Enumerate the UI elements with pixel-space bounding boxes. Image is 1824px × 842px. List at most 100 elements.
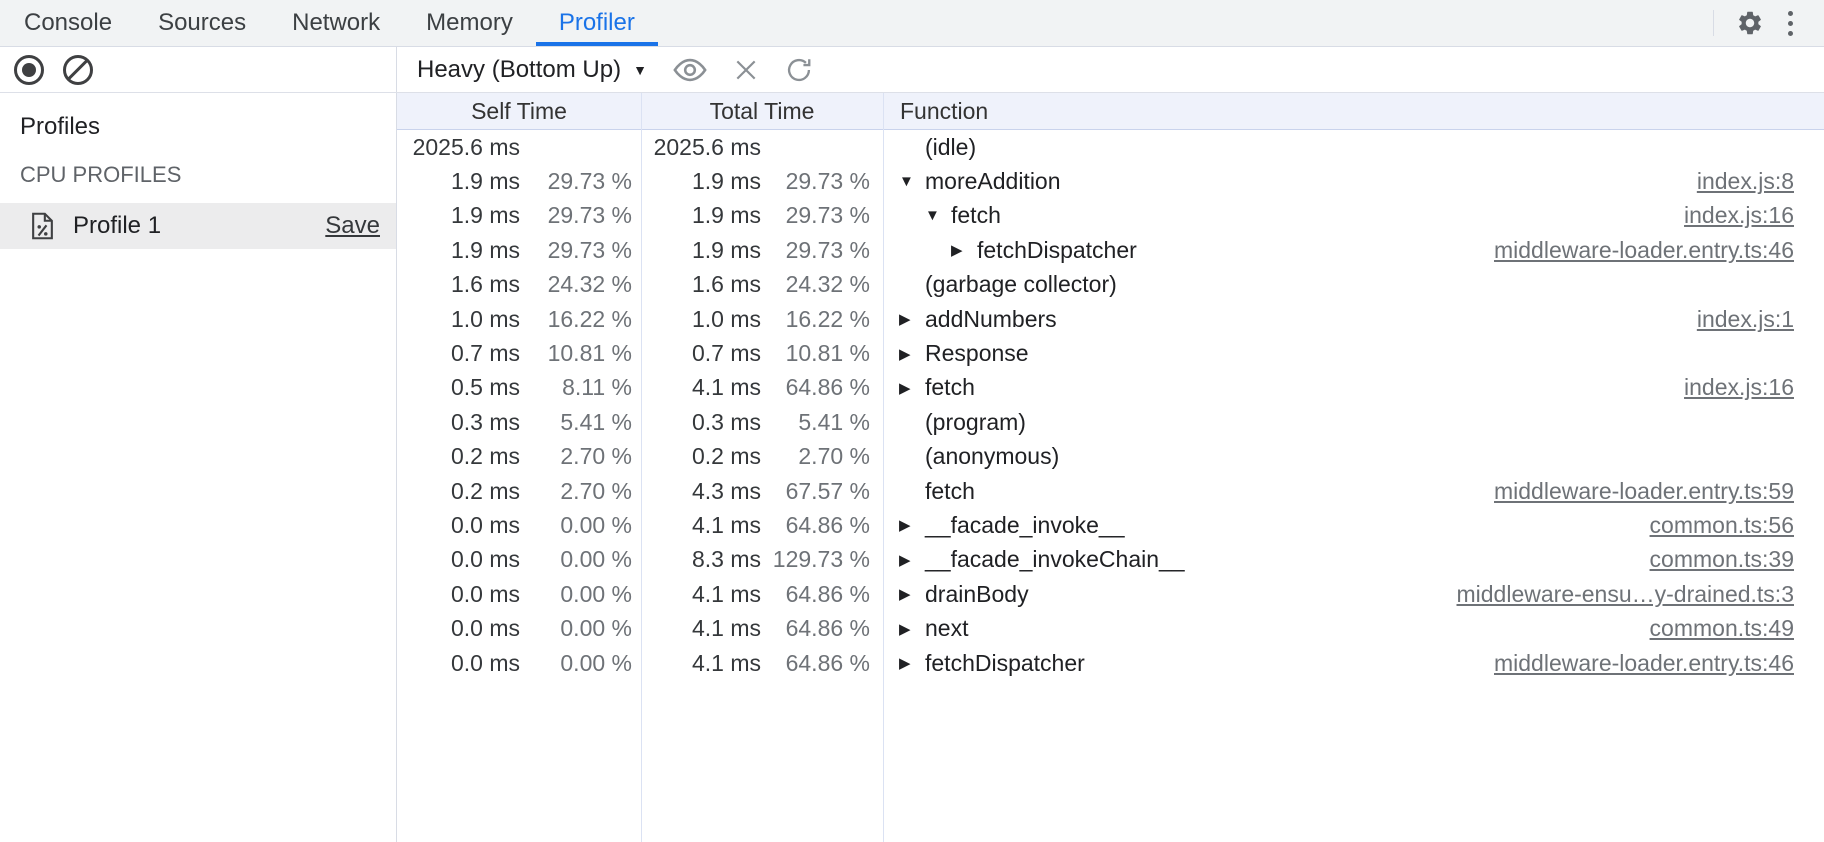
tab-memory[interactable]: Memory: [403, 0, 536, 46]
self-time-cell: 1.6 ms 24.32 %: [397, 268, 641, 302]
column-header-function[interactable]: Function: [883, 93, 1824, 129]
total-time-cell: 1.0 ms 16.22 %: [641, 302, 883, 336]
tree-toggle-icon[interactable]: ▶: [899, 310, 925, 328]
self-time-percent: 0.00 %: [520, 615, 632, 642]
tree-toggle-icon[interactable]: ▶: [899, 345, 925, 363]
table-row[interactable]: 0.0 ms 0.00 % 4.1 ms 64.86 % ▶ fetchDisp…: [397, 646, 1824, 680]
more-options-button[interactable]: [1770, 3, 1810, 43]
table-row[interactable]: 0.2 ms 2.70 % 4.3 ms 67.57 % fetch middl…: [397, 474, 1824, 508]
self-time-cell: 0.0 ms 0.00 %: [397, 543, 641, 577]
table-row[interactable]: 0.0 ms 0.00 % 4.1 ms 64.86 % ▶ __facade_…: [397, 508, 1824, 542]
function-cell: ▶ __facade_invokeChain__ common.ts:39: [883, 543, 1824, 577]
settings-button[interactable]: [1730, 3, 1770, 43]
tree-toggle-icon[interactable]: ▶: [899, 516, 925, 534]
total-time-percent: 64.86 %: [761, 650, 870, 677]
table-row[interactable]: 2025.6 ms 2025.6 ms (idle): [397, 130, 1824, 164]
self-time-percent: 2.70 %: [520, 478, 632, 505]
gear-icon: [1736, 9, 1764, 37]
tree-toggle-icon[interactable]: ▶: [951, 241, 977, 259]
source-link[interactable]: middleware-loader.entry.ts:59: [1494, 478, 1824, 505]
function-name: (anonymous): [925, 443, 1059, 470]
total-time-cell: 4.1 ms 64.86 %: [641, 577, 883, 611]
total-time-ms: 0.3 ms: [641, 409, 761, 436]
function-name: fetch: [925, 478, 975, 505]
profiler-toolbar: Heavy (Bottom Up) ▼: [0, 47, 1824, 93]
table-row[interactable]: 1.0 ms 16.22 % 1.0 ms 16.22 % ▶ addNumbe…: [397, 302, 1824, 336]
total-time-cell: 1.6 ms 24.32 %: [641, 268, 883, 302]
profiler-content: Profiles CPU PROFILES Profile 1 Save Sel…: [0, 93, 1824, 842]
focus-function-button[interactable]: [673, 57, 707, 83]
profile-list-item[interactable]: Profile 1 Save: [0, 203, 396, 249]
function-cell: (anonymous): [883, 440, 1824, 474]
self-time-ms: 0.0 ms: [400, 581, 520, 608]
function-cell: ▶ fetchDispatcher middleware-loader.entr…: [883, 646, 1824, 680]
source-link[interactable]: index.js:16: [1684, 374, 1824, 401]
exclude-function-button[interactable]: [733, 57, 759, 83]
total-time-cell: 1.9 ms 29.73 %: [641, 233, 883, 267]
table-row[interactable]: 1.9 ms 29.73 % 1.9 ms 29.73 % ▼ moreAddi…: [397, 164, 1824, 198]
total-time-ms: 4.3 ms: [641, 478, 761, 505]
table-row[interactable]: 1.9 ms 29.73 % 1.9 ms 29.73 % ▶ fetchDis…: [397, 233, 1824, 267]
source-link[interactable]: common.ts:49: [1650, 615, 1824, 642]
self-time-ms: 1.0 ms: [400, 306, 520, 333]
self-time-cell: 1.9 ms 29.73 %: [397, 199, 641, 233]
tree-toggle-icon[interactable]: ▶: [899, 654, 925, 672]
total-time-cell: 4.1 ms 64.86 %: [641, 371, 883, 405]
save-profile-link[interactable]: Save: [325, 212, 380, 240]
source-link[interactable]: common.ts:39: [1650, 546, 1824, 573]
table-row[interactable]: 0.0 ms 0.00 % 4.1 ms 64.86 % ▶ next comm…: [397, 611, 1824, 645]
column-header-total-time[interactable]: Total Time: [641, 93, 883, 129]
tree-toggle-icon[interactable]: ▼: [899, 173, 925, 190]
column-header-self-time[interactable]: Self Time: [397, 93, 641, 129]
total-time-ms: 0.7 ms: [641, 340, 761, 367]
source-link[interactable]: index.js:1: [1697, 306, 1824, 333]
tab-profiler[interactable]: Profiler: [536, 0, 658, 46]
function-cell: ▶ fetch index.js:16: [883, 371, 1824, 405]
tree-toggle-icon[interactable]: ▶: [899, 551, 925, 569]
table-row[interactable]: 0.0 ms 0.00 % 8.3 ms 129.73 % ▶ __facade…: [397, 543, 1824, 577]
total-time-percent: 29.73 %: [761, 168, 870, 195]
table-row[interactable]: 1.6 ms 24.32 % 1.6 ms 24.32 % (garbage c…: [397, 268, 1824, 302]
tab-sources[interactable]: Sources: [135, 0, 269, 46]
column-divider: [641, 93, 642, 842]
close-icon: [733, 57, 759, 83]
table-row[interactable]: 0.3 ms 5.41 % 0.3 ms 5.41 % (program): [397, 405, 1824, 439]
tree-toggle-icon[interactable]: ▶: [899, 585, 925, 603]
total-time-ms: 2025.6 ms: [641, 134, 761, 161]
self-time-percent: 29.73 %: [520, 168, 632, 195]
self-time-ms: 0.0 ms: [400, 512, 520, 539]
tree-toggle-icon[interactable]: ▶: [899, 379, 925, 397]
table-row[interactable]: 1.9 ms 29.73 % 1.9 ms 29.73 % ▼ fetch in…: [397, 199, 1824, 233]
table-row[interactable]: 0.7 ms 10.81 % 0.7 ms 10.81 % ▶ Response: [397, 336, 1824, 370]
refresh-icon: [785, 56, 813, 84]
tab-network[interactable]: Network: [269, 0, 403, 46]
record-profile-button[interactable]: [14, 55, 44, 85]
kebab-menu-icon: [1788, 11, 1793, 36]
source-link[interactable]: middleware-loader.entry.ts:46: [1494, 237, 1824, 264]
tree-toggle-icon[interactable]: ▶: [899, 620, 925, 638]
profiles-sidebar: Profiles CPU PROFILES Profile 1 Save: [0, 93, 397, 842]
tree-toggle-icon[interactable]: ▼: [925, 207, 951, 224]
source-link[interactable]: middleware-ensu…y-drained.ts:3: [1457, 581, 1824, 608]
table-row[interactable]: 0.2 ms 2.70 % 0.2 ms 2.70 % (anonymous): [397, 440, 1824, 474]
view-mode-dropdown[interactable]: Heavy (Bottom Up) ▼: [417, 56, 647, 84]
self-time-percent: 16.22 %: [520, 306, 632, 333]
function-name: fetchDispatcher: [977, 237, 1137, 264]
source-link[interactable]: index.js:8: [1697, 168, 1824, 195]
self-time-ms: 0.0 ms: [400, 650, 520, 677]
cpu-profiles-section-label: CPU PROFILES: [0, 141, 396, 188]
source-link[interactable]: common.ts:56: [1650, 512, 1824, 539]
table-row[interactable]: 0.5 ms 8.11 % 4.1 ms 64.86 % ▶ fetch ind…: [397, 371, 1824, 405]
self-time-cell: 0.5 ms 8.11 %: [397, 371, 641, 405]
clear-profiles-button[interactable]: [63, 55, 93, 85]
table-row[interactable]: 0.0 ms 0.00 % 4.1 ms 64.86 % ▶ drainBody…: [397, 577, 1824, 611]
source-link[interactable]: middleware-loader.entry.ts:46: [1494, 650, 1824, 677]
self-time-ms: 2025.6 ms: [400, 134, 520, 161]
self-time-cell: 2025.6 ms: [397, 130, 641, 164]
total-time-percent: 64.86 %: [761, 374, 870, 401]
restore-functions-button[interactable]: [785, 56, 813, 84]
total-time-percent: 129.73 %: [761, 546, 870, 573]
tab-console[interactable]: Console: [1, 0, 135, 46]
tabbar-right-controls: [1713, 0, 1824, 46]
source-link[interactable]: index.js:16: [1684, 202, 1824, 229]
